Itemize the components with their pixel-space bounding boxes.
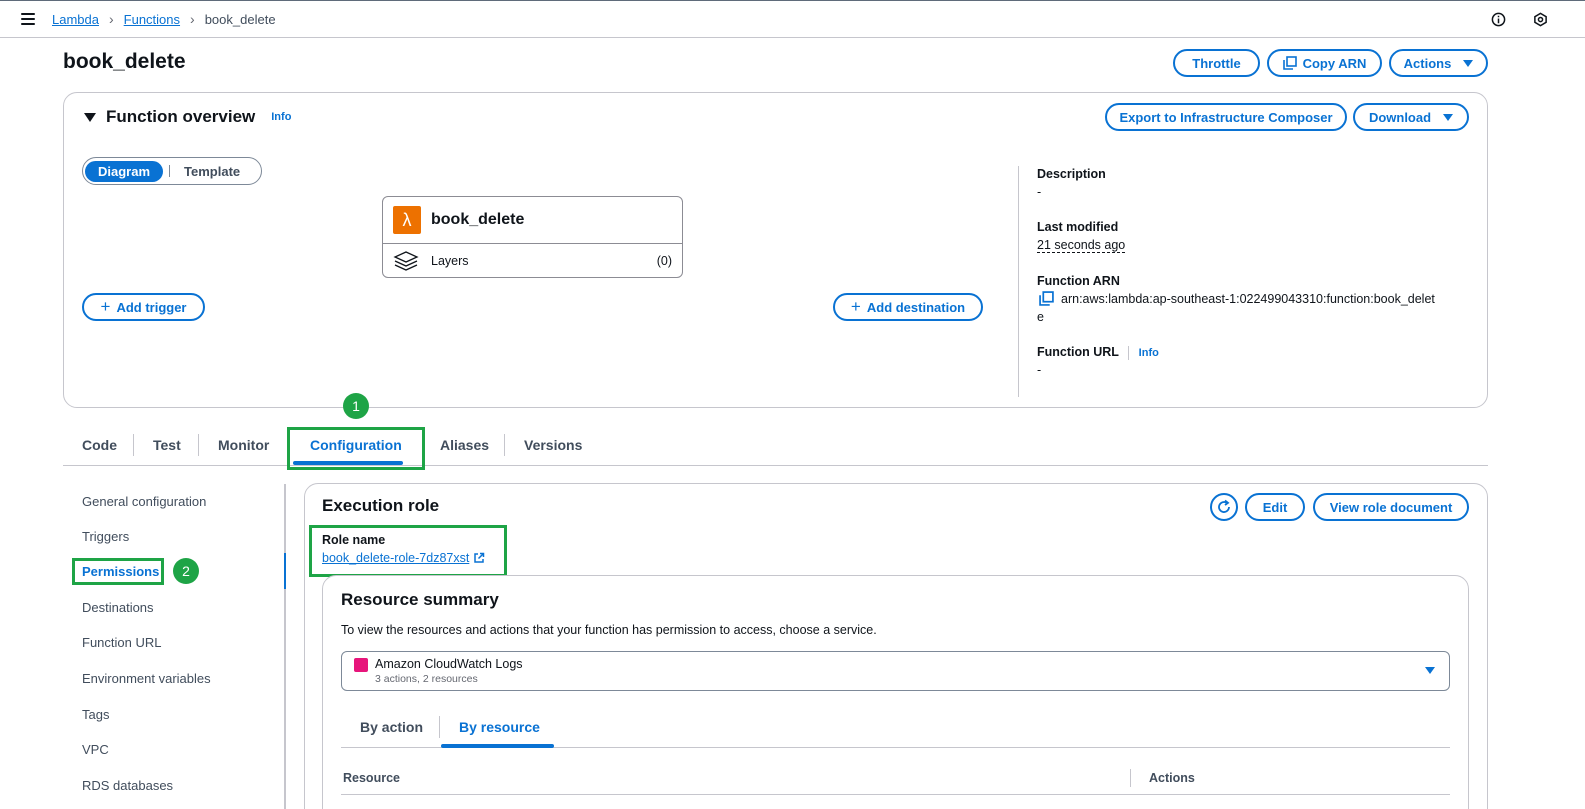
cloudwatch-logs-icon bbox=[354, 658, 368, 672]
page-title: book_delete bbox=[63, 50, 186, 73]
export-infrastructure-composer-button[interactable]: Export to Infrastructure Composer bbox=[1105, 103, 1347, 131]
function-diagram-node[interactable]: λ book_delete Layers (0) bbox=[382, 196, 683, 278]
caret-down-icon bbox=[1463, 59, 1474, 67]
resource-summary-description: To view the resources and actions that y… bbox=[341, 623, 877, 637]
breadcrumb-lambda[interactable]: Lambda bbox=[52, 12, 99, 27]
caret-down-icon bbox=[1443, 113, 1454, 121]
info-icon[interactable] bbox=[1491, 12, 1506, 27]
add-destination-button[interactable]: + Add destination bbox=[833, 293, 983, 321]
column-divider bbox=[1130, 769, 1131, 787]
breadcrumb-current: book_delete bbox=[204, 11, 276, 27]
layers-label: Layers bbox=[431, 254, 469, 268]
sidebar-item-triggers[interactable]: Triggers bbox=[82, 529, 129, 544]
function-overview-card bbox=[63, 92, 1488, 408]
sidebar-item-rds-databases[interactable]: RDS databases bbox=[82, 778, 173, 793]
service-select[interactable]: Amazon CloudWatch Logs 3 actions, 2 reso… bbox=[341, 651, 1450, 691]
layers-row[interactable]: Layers (0) bbox=[383, 244, 682, 278]
lambda-icon: λ bbox=[393, 206, 421, 234]
sidebar-item-tags[interactable]: Tags bbox=[82, 707, 109, 722]
tab-test[interactable]: Test bbox=[153, 437, 181, 453]
service-detail: 3 actions, 2 resources bbox=[375, 673, 478, 685]
resource-summary-card bbox=[322, 575, 1469, 809]
function-name: book_delete bbox=[431, 211, 525, 228]
breadcrumb: Lambda › Functions › book_delete bbox=[52, 11, 276, 27]
layers-icon bbox=[393, 251, 419, 271]
copy-icon[interactable] bbox=[1039, 291, 1054, 306]
sidebar-item-function-url[interactable]: Function URL bbox=[82, 635, 161, 650]
plus-icon: + bbox=[100, 297, 111, 316]
chevron-right-icon: › bbox=[108, 11, 114, 27]
divider bbox=[169, 165, 171, 177]
info-link[interactable]: Info bbox=[1139, 347, 1159, 359]
caret-down-icon bbox=[1425, 667, 1435, 674]
active-tab-indicator bbox=[441, 744, 554, 748]
step-badge-2: 2 bbox=[173, 558, 199, 584]
column-header-resource[interactable]: Resource bbox=[343, 771, 400, 785]
role-name-highlight-box bbox=[309, 525, 507, 577]
divider bbox=[198, 434, 199, 456]
function-arn-label: Function ARN bbox=[1037, 274, 1120, 288]
throttle-button[interactable]: Throttle bbox=[1173, 49, 1260, 77]
settings-hexagon-icon[interactable] bbox=[1533, 12, 1548, 27]
tab-aliases[interactable]: Aliases bbox=[440, 437, 489, 453]
actions-dropdown-button[interactable]: Actions bbox=[1389, 49, 1488, 77]
column-header-actions[interactable]: Actions bbox=[1149, 771, 1195, 785]
configuration-highlight-box bbox=[287, 427, 425, 470]
diagram-toggle[interactable]: Diagram bbox=[85, 160, 164, 182]
template-toggle[interactable]: Template bbox=[176, 161, 248, 182]
tab-code[interactable]: Code bbox=[82, 437, 117, 453]
refresh-button[interactable] bbox=[1210, 493, 1238, 521]
divider bbox=[133, 434, 134, 456]
layers-count: (0) bbox=[656, 254, 672, 268]
description-label: Description bbox=[1037, 167, 1106, 181]
last-modified-label: Last modified bbox=[1037, 220, 1119, 234]
function-overview-title: Function overview bbox=[106, 107, 256, 126]
tab-by-resource[interactable]: By resource bbox=[459, 719, 540, 735]
view-toggle: Diagram Template bbox=[82, 157, 262, 185]
resource-summary-title: Resource summary bbox=[341, 590, 499, 609]
tab-by-action[interactable]: By action bbox=[360, 719, 423, 735]
sidebar-active-indicator bbox=[284, 553, 286, 589]
description-value: - bbox=[1037, 185, 1042, 199]
divider bbox=[1018, 166, 1019, 397]
step-badge-1: 1 bbox=[343, 393, 369, 419]
sidebar-item-general-configuration[interactable]: General configuration bbox=[82, 494, 206, 509]
function-overview-header[interactable]: Function overview Info bbox=[84, 107, 291, 127]
sidebar-item-vpc[interactable]: VPC bbox=[82, 742, 109, 757]
download-dropdown-button[interactable]: Download bbox=[1353, 103, 1469, 131]
function-arn-value: arn:aws:lambda:ap-southeast-1:0224990433… bbox=[1061, 292, 1435, 306]
function-url-label: Function URL Info bbox=[1037, 345, 1159, 360]
add-trigger-button[interactable]: + Add trigger bbox=[82, 293, 205, 321]
refresh-icon bbox=[1218, 499, 1230, 513]
sidebar-divider bbox=[284, 484, 286, 809]
copy-arn-button[interactable]: Copy ARN bbox=[1267, 49, 1382, 77]
function-url-value: - bbox=[1037, 363, 1042, 377]
function-arn-value-wrap: e bbox=[1037, 310, 1044, 324]
last-modified-value[interactable]: 21 seconds ago bbox=[1037, 238, 1126, 253]
resource-tabs: By action By resource bbox=[341, 713, 1450, 748]
caret-down-icon bbox=[84, 112, 96, 122]
copy-icon bbox=[1282, 56, 1297, 70]
breadcrumb-functions[interactable]: Functions bbox=[124, 12, 180, 27]
info-link[interactable]: Info bbox=[271, 111, 291, 123]
tab-monitor[interactable]: Monitor bbox=[218, 437, 269, 453]
sidebar-item-environment-variables[interactable]: Environment variables bbox=[82, 671, 211, 686]
tab-versions[interactable]: Versions bbox=[524, 437, 582, 453]
plus-icon: + bbox=[850, 297, 861, 316]
menu-icon[interactable] bbox=[21, 13, 35, 25]
function-tabs: Code Test Monitor Configuration Aliases … bbox=[63, 432, 1488, 466]
sidebar-item-destinations[interactable]: Destinations bbox=[82, 600, 154, 615]
top-navigation-bar: Lambda › Functions › book_delete bbox=[0, 0, 1585, 38]
divider bbox=[504, 434, 505, 456]
permissions-highlight-box bbox=[72, 558, 164, 585]
divider bbox=[439, 716, 440, 738]
edit-button[interactable]: Edit bbox=[1245, 493, 1305, 521]
service-name: Amazon CloudWatch Logs bbox=[375, 657, 523, 671]
table-header-divider bbox=[341, 794, 1450, 795]
chevron-right-icon: › bbox=[190, 11, 195, 27]
view-role-document-button[interactable]: View role document bbox=[1313, 493, 1469, 521]
execution-role-title: Execution role bbox=[322, 496, 440, 515]
